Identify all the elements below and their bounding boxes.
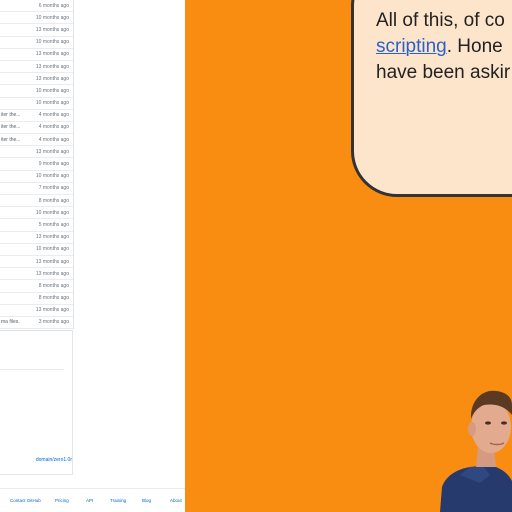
footer-link-training[interactable]: Training [110, 498, 126, 503]
file-row[interactable]: 8 months ago [0, 293, 73, 305]
commit-message[interactable]: ma files. [0, 319, 20, 325]
file-row[interactable]: 8 months ago [0, 280, 73, 293]
file-row[interactable]: 10 months ago [0, 244, 73, 256]
commit-age: 10 months ago [35, 39, 69, 46]
footer-link-about[interactable]: About [170, 498, 182, 503]
commit-age: 4 months ago [38, 112, 69, 119]
file-row[interactable]: 10 months ago [0, 12, 73, 25]
commit-age: 13 months ago [35, 26, 69, 33]
commit-age: 4 months ago [38, 136, 69, 143]
file-row[interactable]: iter the... 4 months ago [0, 110, 73, 122]
commit-message[interactable]: iter the... [0, 137, 20, 143]
footer-link-contact-github[interactable]: Contact GitHub [10, 498, 41, 503]
commit-age: 7 months ago [38, 185, 69, 192]
footer-link-pricing[interactable]: Pricing [55, 498, 69, 503]
file-row[interactable]: 13 months ago [0, 268, 73, 281]
file-row[interactable]: 10 months ago [0, 171, 73, 183]
scripting-link[interactable]: scripting [376, 36, 447, 57]
file-row[interactable]: ma files. 3 months ago [0, 317, 73, 330]
readme-box: domain/zero1.0r [0, 330, 73, 475]
readme-divider [0, 369, 64, 370]
file-row[interactable]: iter the... 4 months ago [0, 134, 73, 147]
commit-age: 13 months ago [35, 307, 69, 314]
footer-link-api[interactable]: API [86, 498, 93, 503]
commit-age: 6 months ago [38, 2, 69, 9]
file-row[interactable]: 13 months ago [0, 24, 73, 37]
file-row[interactable]: 13 months ago [0, 73, 73, 86]
file-row[interactable]: 5 months ago [0, 219, 73, 232]
commit-age: 10 months ago [35, 209, 69, 216]
screen: 6 months ago 10 months ago 13 months ago 10… [0, 0, 512, 512]
file-row[interactable]: 9 months ago [0, 158, 73, 171]
commit-age: 13 months ago [35, 258, 69, 265]
file-row[interactable]: 8 months ago [0, 195, 73, 208]
file-row[interactable]: 13 months ago [0, 256, 73, 269]
commit-age: 10 months ago [35, 14, 69, 21]
commit-age: 13 months ago [35, 75, 69, 82]
commit-age: 4 months ago [38, 124, 69, 131]
readme-link[interactable]: domain/zero1.0r [0, 457, 72, 463]
presenter-webcam [440, 390, 512, 512]
commit-age: 10 months ago [35, 246, 69, 253]
commit-age: 3 months ago [38, 319, 69, 326]
file-row[interactable]: 10 months ago [0, 207, 73, 220]
commit-age: 9 months ago [38, 161, 69, 168]
file-row[interactable]: 10 months ago [0, 85, 73, 98]
bubble-line-2-rest: . Hone [446, 36, 503, 57]
commit-age: 10 months ago [35, 87, 69, 94]
bubble-line-2: scripting. Hone [376, 34, 512, 60]
file-list-table: 6 months ago 10 months ago 13 months ago 10… [0, 0, 74, 330]
commit-age: 13 months ago [35, 270, 69, 277]
commit-age: 8 months ago [38, 197, 69, 204]
github-page-panel: 6 months ago 10 months ago 13 months ago 10… [0, 0, 185, 512]
commit-age: 13 months ago [35, 148, 69, 155]
file-row[interactable]: 13 months ago [0, 305, 73, 317]
commit-age: 8 months ago [38, 282, 69, 289]
commit-age: 8 months ago [38, 295, 69, 302]
file-row[interactable]: iter the... 4 months ago [0, 122, 73, 135]
file-row[interactable]: 10 months ago [0, 98, 73, 110]
speech-bubble-text: All of this, of co scripting. Hone have … [376, 8, 512, 86]
file-row[interactable]: 6 months ago [0, 0, 73, 13]
commit-message[interactable]: iter the... [0, 124, 20, 130]
commit-age: 13 months ago [35, 63, 69, 70]
footer-link-blog[interactable]: Blog [142, 498, 151, 503]
file-row[interactable]: 10 months ago [0, 37, 73, 49]
commit-age: 13 months ago [35, 234, 69, 241]
file-row[interactable]: 13 months ago [0, 49, 73, 61]
commit-age: 13 months ago [35, 51, 69, 58]
file-row[interactable]: 13 months ago [0, 232, 73, 244]
bubble-line-3: have been askir [376, 62, 511, 83]
bubble-line-1: All of this, of co [376, 10, 505, 31]
commit-age: 10 months ago [35, 173, 69, 180]
footer-links: Contact GitHub Pricing API Training Blog… [0, 498, 185, 506]
file-row[interactable]: 13 months ago [0, 61, 73, 74]
commit-age: 10 months ago [35, 100, 69, 107]
presentation-slide: All of this, of co scripting. Hone have … [185, 0, 512, 512]
file-row[interactable]: 13 months ago [0, 146, 73, 159]
commit-age: 5 months ago [38, 221, 69, 228]
commit-message[interactable]: iter the... [0, 112, 20, 118]
file-row[interactable]: 7 months ago [0, 183, 73, 195]
